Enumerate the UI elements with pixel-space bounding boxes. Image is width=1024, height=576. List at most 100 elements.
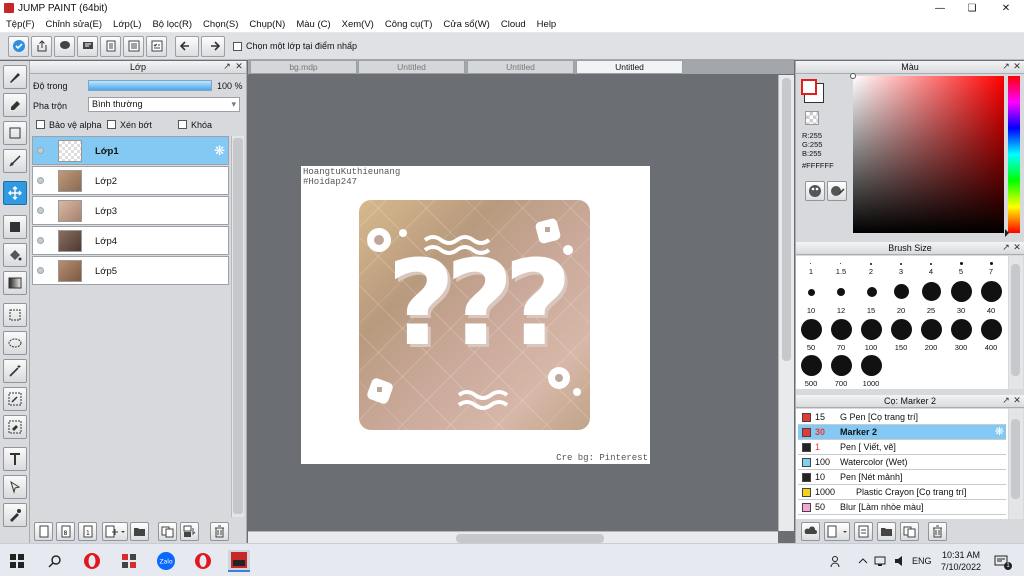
layer-scrollbar[interactable] xyxy=(231,136,244,517)
folder-button[interactable] xyxy=(130,522,149,541)
brush-folder-button[interactable] xyxy=(877,522,896,541)
move-tool[interactable] xyxy=(3,181,27,205)
layer-row[interactable]: Lớp1 ❋ xyxy=(32,136,229,165)
menu-capture[interactable]: Chụp(N) xyxy=(249,19,285,30)
new-layer-button[interactable] xyxy=(34,522,53,541)
brush-settings-button[interactable] xyxy=(854,522,873,541)
rectangle-tool[interactable] xyxy=(3,121,27,145)
brush-size-dot[interactable] xyxy=(891,319,912,340)
notification-button[interactable]: 1 xyxy=(990,550,1012,572)
brush-size-dot[interactable] xyxy=(951,319,972,340)
select-eraser-tool[interactable] xyxy=(3,415,27,439)
canvas-vertical-scrollbar[interactable] xyxy=(778,75,794,531)
visibility-icon[interactable] xyxy=(37,207,44,214)
merge-layer-button[interactable] xyxy=(180,522,199,541)
lasso-tool[interactable] xyxy=(3,331,27,355)
brush-size-scrollbar[interactable] xyxy=(1009,256,1023,389)
brush-item[interactable]: 1 Pen [ Viết, vẽ] xyxy=(798,440,1006,455)
add-brush-dropdown-button[interactable] xyxy=(824,522,850,541)
brush-item[interactable]: 15 G Pen [Cọ trang trí] xyxy=(798,410,1006,425)
bucket-tool[interactable] xyxy=(3,243,27,267)
gear-icon[interactable]: ❋ xyxy=(214,143,225,159)
scrollbar-thumb[interactable] xyxy=(233,138,243,514)
transparent-color-swatch[interactable] xyxy=(805,111,819,125)
brush-tool[interactable] xyxy=(3,65,27,89)
blend-mode-select[interactable]: Bình thường ▾ xyxy=(88,97,240,112)
brush-size-dot[interactable] xyxy=(930,263,932,265)
brush-item[interactable]: 100 Watercolor (Wet) xyxy=(798,455,1006,470)
volume-button[interactable] xyxy=(890,550,912,572)
add-layer-dropdown-button[interactable] xyxy=(102,522,128,541)
brush-duplicate-button[interactable] xyxy=(900,522,919,541)
redo-button[interactable] xyxy=(201,35,225,57)
menu-tools[interactable]: Công cụ(T) xyxy=(385,19,433,30)
tab-bg-mdp[interactable]: bg.mdp xyxy=(250,60,357,74)
brush-size-dot[interactable] xyxy=(831,319,852,340)
brush-size-dot[interactable] xyxy=(900,263,902,265)
brush-size-dot[interactable] xyxy=(990,262,993,265)
menu-file[interactable]: Tệp(F) xyxy=(6,19,35,30)
visibility-icon[interactable] xyxy=(37,237,44,244)
menu-layer[interactable]: Lớp(L) xyxy=(113,19,141,30)
popout-icon[interactable]: ↗ xyxy=(1001,62,1011,72)
opera-taskbar-button[interactable] xyxy=(81,550,103,572)
brush-cloud-button[interactable] xyxy=(801,522,820,541)
select-layer-checkbox[interactable] xyxy=(233,41,242,51)
opera-second-taskbar-button[interactable] xyxy=(192,550,214,572)
menu-color[interactable]: Màu (C) xyxy=(296,19,330,30)
brush-size-dot[interactable] xyxy=(861,319,882,340)
fill-rect-tool[interactable] xyxy=(3,215,27,239)
visibility-icon[interactable] xyxy=(37,267,44,274)
operation-tool[interactable] xyxy=(3,475,27,499)
jump-paint-taskbar-button[interactable] xyxy=(228,550,250,572)
brush-size-dot[interactable] xyxy=(981,281,1002,302)
magic-wand-tool[interactable] xyxy=(3,359,27,383)
new-8bit-layer-button[interactable]: 8 xyxy=(56,522,75,541)
brush-size-dot[interactable] xyxy=(801,355,822,376)
brush-item-selected[interactable]: 30 Marker 2 ❋ xyxy=(798,425,1006,440)
checklist-button[interactable] xyxy=(146,35,167,57)
people-button[interactable] xyxy=(826,550,848,572)
brush-size-dot[interactable] xyxy=(894,284,909,299)
popout-icon[interactable]: ↗ xyxy=(222,62,232,72)
foreground-color-swatch[interactable] xyxy=(801,79,817,95)
language-indicator[interactable]: ENG xyxy=(912,556,932,566)
select-rect-tool[interactable] xyxy=(3,303,27,327)
brush-size-dot[interactable] xyxy=(831,355,852,376)
text-tool[interactable] xyxy=(3,447,27,471)
clipping-checkbox[interactable] xyxy=(107,120,116,129)
layer-row[interactable]: Lớp3 xyxy=(32,196,229,225)
brush-size-dot[interactable] xyxy=(981,319,1002,340)
comment-button[interactable] xyxy=(54,35,75,57)
scrollbar-thumb[interactable] xyxy=(782,78,791,361)
panel-close-icon[interactable]: ✕ xyxy=(1012,243,1022,253)
protect-alpha-checkbox[interactable] xyxy=(36,120,45,129)
brush-size-dot[interactable] xyxy=(840,263,841,264)
brush-item[interactable]: 1000 Plastic Crayon [Cọ trang trí] xyxy=(798,485,1006,500)
layer-row[interactable]: Lớp2 xyxy=(32,166,229,195)
brush-size-dot[interactable] xyxy=(861,355,882,376)
hue-slider[interactable] xyxy=(1008,76,1020,233)
brush-item[interactable]: 10 Pen [Nét mảnh] xyxy=(798,470,1006,485)
brush-size-dot[interactable] xyxy=(921,319,942,340)
maximize-button[interactable]: ❏ xyxy=(956,0,988,16)
share-button[interactable] xyxy=(31,35,52,57)
visibility-icon[interactable] xyxy=(37,177,44,184)
tab-untitled-2[interactable]: Untitled xyxy=(467,60,574,74)
menu-filter[interactable]: Bộ lọc(R) xyxy=(152,19,192,30)
brush-size-dot[interactable] xyxy=(922,282,941,301)
scrollbar-thumb[interactable] xyxy=(456,534,604,543)
menu-view[interactable]: Xem(V) xyxy=(342,19,374,30)
popout-icon[interactable]: ↗ xyxy=(1001,396,1011,406)
new-1bit-layer-button[interactable]: 1 xyxy=(78,522,97,541)
panel-close-icon[interactable]: ✕ xyxy=(234,62,244,72)
brush-size-grid[interactable]: 1 1.5 2 3 4 5 7 10 12 15 20 25 30 40 50 … xyxy=(796,256,1008,389)
start-button[interactable] xyxy=(6,550,28,572)
zalo-taskbar-button[interactable]: Zalo xyxy=(155,550,177,572)
brush-delete-button[interactable] xyxy=(928,522,947,541)
clock[interactable]: 10:31 AM 7/10/2022 xyxy=(940,549,982,573)
visibility-icon[interactable] xyxy=(37,147,44,154)
minimize-button[interactable]: — xyxy=(924,0,956,16)
color-picker-button[interactable] xyxy=(827,181,847,201)
brush-size-dot[interactable] xyxy=(801,319,822,340)
